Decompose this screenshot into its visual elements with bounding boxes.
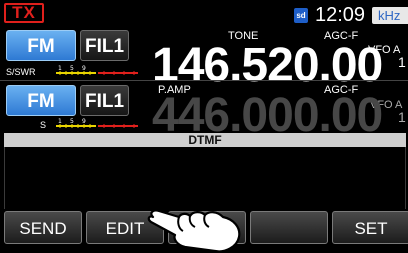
pointing-hand-icon <box>147 209 241 253</box>
dtmf-title-bar: DTMF <box>4 133 406 147</box>
vfo-divider <box>0 80 408 81</box>
svg-text:5: 5 <box>70 65 74 72</box>
sub-mode-button[interactable]: FM <box>6 85 76 116</box>
sub-vfo-number: 1 <box>398 109 406 125</box>
main-filter-button[interactable]: FIL1 <box>80 30 129 61</box>
dtmf-content-area <box>4 147 406 209</box>
tuning-step-badge[interactable]: kHz <box>372 7 408 24</box>
svg-text:1: 1 <box>58 118 62 125</box>
softkey-4[interactable] <box>250 211 328 244</box>
main-meter-label: S/SWR <box>6 67 36 77</box>
sd-card-icon: sd <box>294 8 308 23</box>
svg-text:9: 9 <box>82 65 86 72</box>
svg-text:9: 9 <box>82 118 86 125</box>
main-meter-scale: 1 5 9 <box>56 65 138 75</box>
sub-s-meter: S 1 5 9 <box>6 117 146 130</box>
main-s-swr-meter: S/SWR 1 5 9 <box>6 64 146 77</box>
sub-filter-button[interactable]: FIL1 <box>80 85 129 116</box>
main-frequency-display[interactable]: 146.520.00 <box>152 42 383 90</box>
svg-text:1: 1 <box>58 65 62 72</box>
send-softkey[interactable]: SEND <box>4 211 82 244</box>
clock: 12:09 <box>315 4 366 26</box>
sub-meter-label: S <box>40 120 47 130</box>
set-softkey[interactable]: SET <box>332 211 408 244</box>
sub-meter-scale: 1 5 9 <box>56 118 138 128</box>
main-vfo-number: 1 <box>398 54 406 70</box>
tx-indicator: TX <box>4 3 44 23</box>
radio-screen: TX sd 12:09 kHz FM FIL1 TONE AGC-F VFO A… <box>0 0 408 253</box>
main-mode-button[interactable]: FM <box>6 30 76 61</box>
svg-text:5: 5 <box>70 118 74 125</box>
